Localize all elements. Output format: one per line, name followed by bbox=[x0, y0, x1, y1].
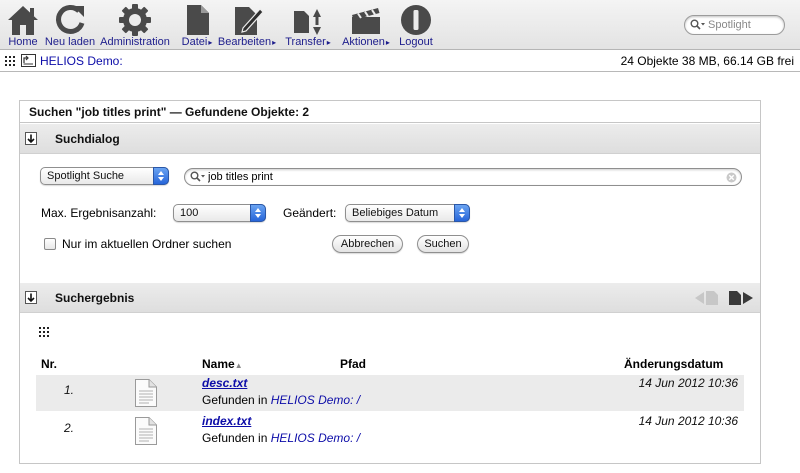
collapse-arrow-icon[interactable] bbox=[25, 132, 37, 145]
file-icon bbox=[187, 5, 209, 35]
text-file-icon[interactable] bbox=[134, 416, 158, 446]
gear-icon bbox=[119, 4, 151, 36]
main-toolbar: Home Neu laden Administration Datei▸ Bea… bbox=[0, 0, 800, 50]
clear-icon[interactable] bbox=[726, 172, 737, 183]
column-header-date: Änderungsdatum bbox=[624, 357, 724, 371]
search-button[interactable]: Suchen bbox=[417, 235, 469, 253]
table-row[interactable]: 1. desc.txt Gefunden in HELIOS Demo: / 1… bbox=[36, 375, 744, 411]
toolbar-reload-label: Neu laden bbox=[44, 36, 96, 48]
file-path-link[interactable]: HELIOS Demo: / bbox=[271, 393, 360, 407]
grid-view-icon[interactable] bbox=[39, 327, 49, 337]
modified-date: 14 Jun 2012 10:36 bbox=[638, 376, 738, 390]
search-type-select[interactable]: Spotlight Suche bbox=[40, 167, 169, 185]
folder-stats: 24 Objekte 38 MB, 66.14 GB frei bbox=[620, 54, 794, 68]
max-results-value: 100 bbox=[180, 207, 199, 219]
column-header-name[interactable]: Name▲ bbox=[202, 357, 243, 371]
found-in-text: Gefunden in HELIOS Demo: / bbox=[202, 393, 361, 407]
toolbar-logout-label: Logout bbox=[399, 36, 433, 48]
toolbar-aktionen-menu[interactable]: Aktionen▸ bbox=[336, 0, 396, 50]
toolbar-datei-menu[interactable]: Datei▸ bbox=[176, 0, 218, 50]
changed-label: Geändert: bbox=[283, 206, 337, 220]
current-folder-checkbox[interactable] bbox=[44, 238, 56, 250]
max-results-select[interactable]: 100 bbox=[173, 204, 266, 222]
transfer-icon bbox=[294, 9, 321, 35]
toolbar-logout-button[interactable]: Logout bbox=[396, 0, 436, 50]
text-file-icon[interactable] bbox=[134, 378, 158, 408]
toolbar-transfer-menu[interactable]: Transfer▸ bbox=[280, 0, 336, 50]
search-title: Suchen "job titles print" — Gefundene Ob… bbox=[20, 101, 760, 123]
toolbar-administration-label: Administration bbox=[100, 36, 170, 48]
toolbar-administration-button[interactable]: Administration bbox=[98, 0, 172, 50]
toolbar-home-button[interactable]: Home bbox=[4, 0, 42, 50]
current-location-link[interactable]: HELIOS Demo: bbox=[40, 54, 123, 68]
row-number: 2. bbox=[64, 421, 75, 435]
toolbar-datei-label: Datei▸ bbox=[181, 36, 213, 48]
modified-date: 14 Jun 2012 10:36 bbox=[638, 414, 738, 428]
file-name-link[interactable]: desc.txt bbox=[202, 376, 247, 390]
logout-icon bbox=[401, 5, 431, 35]
file-name-link[interactable]: index.txt bbox=[202, 414, 251, 428]
toolbar-bearbeiten-label: Bearbeiten▸ bbox=[217, 36, 277, 48]
reload-icon bbox=[56, 5, 85, 34]
grid-view-icon[interactable] bbox=[5, 56, 15, 66]
previous-page-icon[interactable] bbox=[695, 291, 718, 305]
search-results-label: Suchergebnis bbox=[55, 291, 135, 305]
search-dialog-label: Suchdialog bbox=[55, 132, 120, 146]
toolbar-reload-button[interactable]: Neu laden bbox=[43, 0, 97, 50]
query-field[interactable] bbox=[184, 168, 742, 186]
select-arrows-icon bbox=[153, 167, 169, 185]
column-header-nr: Nr. bbox=[41, 357, 58, 371]
sort-ascending-icon: ▲ bbox=[234, 361, 243, 370]
cancel-button[interactable]: Abbrechen bbox=[332, 235, 403, 253]
changed-select[interactable]: Beliebiges Datum bbox=[345, 204, 470, 222]
current-folder-label: Nur im aktuellen Ordner suchen bbox=[62, 237, 232, 251]
collapse-arrow-icon[interactable] bbox=[25, 291, 37, 304]
search-results-header[interactable]: Suchergebnis bbox=[20, 283, 760, 313]
search-dialog-header[interactable]: Suchdialog bbox=[20, 124, 760, 154]
column-header-path: Pfad bbox=[340, 357, 367, 371]
page-navigation bbox=[695, 291, 753, 305]
edit-icon bbox=[235, 7, 264, 35]
row-number: 1. bbox=[64, 383, 75, 397]
file-path-link[interactable]: HELIOS Demo: / bbox=[271, 431, 360, 445]
search-type-value: Spotlight Suche bbox=[47, 170, 125, 182]
toolbar-home-label: Home bbox=[8, 36, 38, 48]
changed-value: Beliebiges Datum bbox=[352, 207, 439, 219]
spotlight-search-input[interactable] bbox=[708, 18, 782, 32]
home-icon bbox=[8, 6, 38, 35]
next-page-icon[interactable] bbox=[729, 291, 753, 305]
max-results-label: Max. Ergebnisanzahl: bbox=[41, 206, 157, 220]
toolbar-aktionen-label: Aktionen▸ bbox=[342, 36, 390, 48]
search-panel: Suchen "job titles print" — Gefundene Ob… bbox=[19, 100, 761, 464]
clapper-icon bbox=[352, 8, 380, 34]
search-icon bbox=[190, 171, 205, 182]
query-input[interactable] bbox=[208, 170, 708, 184]
found-in-text: Gefunden in HELIOS Demo: / bbox=[202, 431, 361, 445]
table-row[interactable]: 2. index.txt Gefunden in HELIOS Demo: / … bbox=[36, 413, 744, 449]
toolbar-transfer-label: Transfer▸ bbox=[285, 36, 331, 48]
spotlight-search-field[interactable] bbox=[684, 15, 785, 35]
folder-up-icon[interactable] bbox=[21, 54, 36, 67]
select-arrows-icon bbox=[454, 204, 470, 222]
search-icon bbox=[690, 19, 705, 30]
toolbar-bearbeiten-menu[interactable]: Bearbeiten▸ bbox=[216, 0, 278, 50]
path-bar: HELIOS Demo: 24 Objekte 38 MB, 66.14 GB … bbox=[0, 50, 800, 72]
select-arrows-icon bbox=[250, 204, 266, 222]
